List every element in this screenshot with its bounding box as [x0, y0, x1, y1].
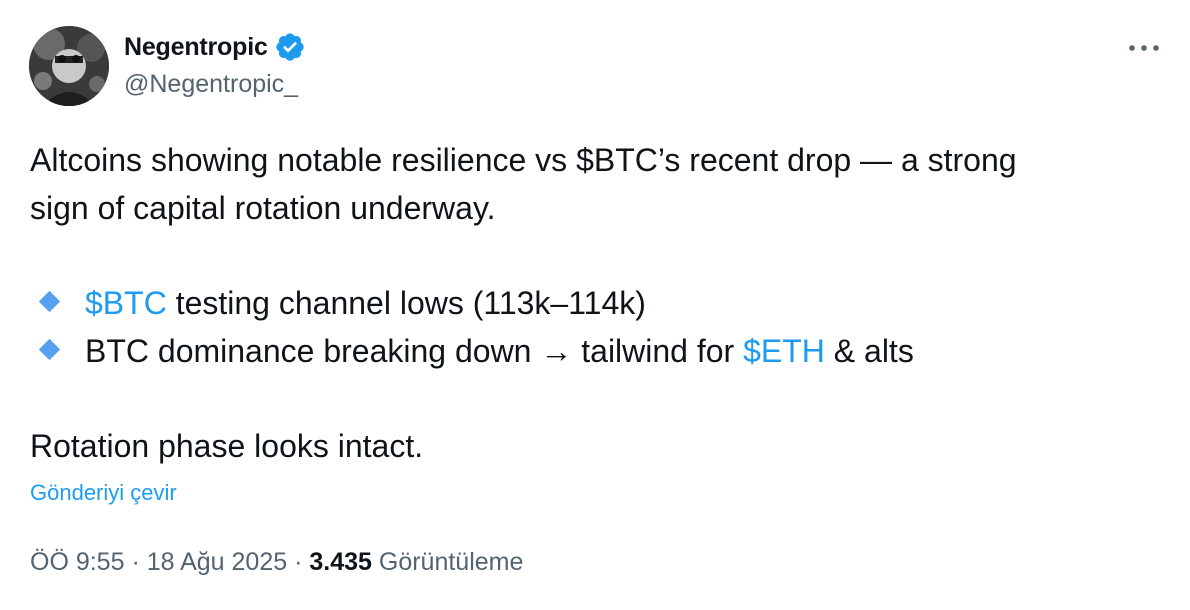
- bullet-text-suffix: & alts: [824, 333, 914, 369]
- more-options-icon[interactable]: [1124, 36, 1164, 60]
- post-time[interactable]: ÖÖ 9:55: [30, 548, 125, 576]
- bullet-text: testing channel lows (113k–114k): [166, 285, 646, 321]
- tweet-text-line: Altcoins showing notable resilience vs $…: [30, 142, 1017, 178]
- translate-post-link[interactable]: Gönderiyi çevir: [30, 480, 177, 506]
- author-handle[interactable]: @Negentropic_: [124, 70, 298, 99]
- tweet-text-line: Rotation phase looks intact.: [30, 428, 424, 464]
- author-name-row: Negentropic: [124, 31, 306, 63]
- tweet-text-line: sign of capital rotation underway.: [30, 190, 496, 226]
- blue-diamond-icon: [38, 338, 61, 361]
- cashtag-link-btc[interactable]: $BTC: [85, 285, 167, 321]
- post-date[interactable]: 18 Ağu 2025: [147, 548, 287, 576]
- bullet-text: BTC dominance breaking down → tailwind f…: [85, 333, 744, 369]
- tweet-metadata: ÖÖ 9:55 · 18 Ağu 2025 · 3.435 Görüntülem…: [30, 548, 523, 577]
- tweet-card: Negentropic @Negentropic_ Altcoins showi…: [0, 0, 1190, 610]
- avatar-image: [29, 26, 109, 106]
- verified-badge-icon[interactable]: [274, 31, 306, 63]
- bullet-item: $BTC testing channel lows (113k–114k): [30, 279, 646, 327]
- views-label: Görüntüleme: [378, 548, 524, 576]
- views-count: 3.435: [309, 548, 372, 576]
- separator: ·: [124, 548, 147, 576]
- cashtag-link-eth[interactable]: $ETH: [743, 333, 825, 369]
- blue-diamond-icon: [38, 290, 61, 313]
- bullet-item: BTC dominance breaking down → tailwind f…: [30, 327, 914, 375]
- separator: ·: [287, 548, 310, 576]
- display-name[interactable]: Negentropic: [124, 33, 268, 62]
- avatar[interactable]: [29, 26, 109, 106]
